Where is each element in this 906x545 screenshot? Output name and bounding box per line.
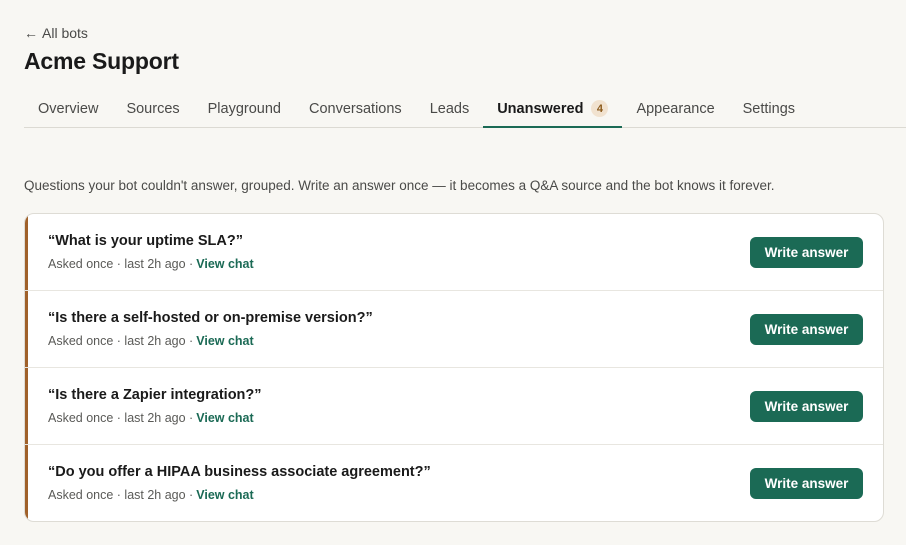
asked-info: Asked once · last 2h ago · xyxy=(48,257,194,271)
question-text: “Is there a self-hosted or on-premise ve… xyxy=(48,310,373,326)
tab-overview[interactable]: Overview xyxy=(24,90,112,127)
question-text: “Is there a Zapier integration?” xyxy=(48,387,262,403)
tab-sources[interactable]: Sources xyxy=(112,90,193,127)
tab-label: Unanswered xyxy=(497,100,584,117)
tab-unanswered[interactable]: Unanswered 4 xyxy=(483,90,623,128)
tab-label: Conversations xyxy=(309,100,402,117)
list-item: “What is your uptime SLA?” Asked once · … xyxy=(25,214,883,291)
question-text: “What is your uptime SLA?” xyxy=(48,233,243,249)
list-item: “Is there a self-hosted or on-premise ve… xyxy=(25,291,883,368)
page-title: Acme Support xyxy=(24,48,179,74)
asked-info: Asked once · last 2h ago · xyxy=(48,334,194,348)
tab-label: Overview xyxy=(38,100,99,117)
arrow-left-icon: ← xyxy=(24,25,38,41)
tab-leads[interactable]: Leads xyxy=(416,90,484,127)
question-text: “Do you offer a HIPAA business associate… xyxy=(48,464,431,480)
tab-bar: Overview Sources Playground Conversation… xyxy=(24,90,906,128)
question-meta: Asked once · last 2h ago · View chat xyxy=(48,488,254,502)
tab-settings[interactable]: Settings xyxy=(729,90,809,127)
tab-label: Settings xyxy=(742,100,796,117)
tab-label: Playground xyxy=(207,100,281,117)
question-meta: Asked once · last 2h ago · View chat xyxy=(48,411,254,425)
unanswered-count-badge: 4 xyxy=(591,100,609,117)
tab-conversations[interactable]: Conversations xyxy=(295,90,416,127)
question-meta: Asked once · last 2h ago · View chat xyxy=(48,334,254,348)
tab-playground[interactable]: Playground xyxy=(194,90,295,127)
asked-info: Asked once · last 2h ago · xyxy=(48,488,194,502)
view-chat-link[interactable]: View chat xyxy=(196,411,253,425)
write-answer-button[interactable]: Write answer xyxy=(750,391,863,422)
tab-appearance[interactable]: Appearance xyxy=(622,90,728,127)
list-item: “Is there a Zapier integration?” Asked o… xyxy=(25,368,883,445)
back-to-all-bots-link[interactable]: ← All bots xyxy=(24,25,88,41)
page: ← All bots Acme Support Overview Sources… xyxy=(0,0,906,545)
intro-text: Questions your bot couldn't answer, grou… xyxy=(24,178,775,193)
list-item: “Do you offer a HIPAA business associate… xyxy=(25,445,883,521)
view-chat-link[interactable]: View chat xyxy=(196,334,253,348)
write-answer-button[interactable]: Write answer xyxy=(750,237,863,268)
question-meta: Asked once · last 2h ago · View chat xyxy=(48,257,254,271)
unanswered-questions-list: “What is your uptime SLA?” Asked once · … xyxy=(24,213,884,522)
tab-label: Leads xyxy=(429,100,470,117)
write-answer-button[interactable]: Write answer xyxy=(750,314,863,345)
asked-info: Asked once · last 2h ago · xyxy=(48,411,194,425)
view-chat-link[interactable]: View chat xyxy=(196,257,253,271)
view-chat-link[interactable]: View chat xyxy=(196,488,253,502)
tab-label: Appearance xyxy=(636,100,715,117)
write-answer-button[interactable]: Write answer xyxy=(750,468,863,499)
tab-label: Sources xyxy=(126,100,180,117)
back-link-label: All bots xyxy=(42,25,88,41)
